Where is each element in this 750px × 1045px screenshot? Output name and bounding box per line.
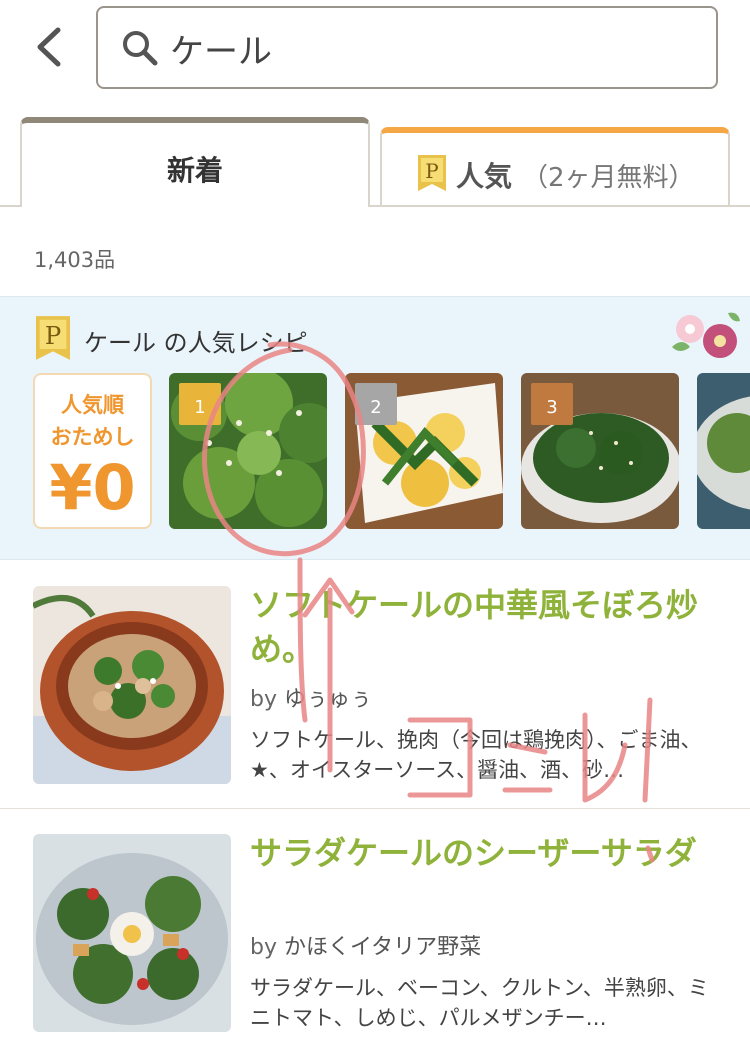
result-count: 1,403品 bbox=[34, 248, 116, 272]
premium-p-icon: P bbox=[418, 155, 446, 191]
trial-price: ¥0 bbox=[49, 451, 136, 524]
recipe-ingredients: サラダケール、ベーコン、クルトン、半熟卵、ミニトマト、しめじ、パルメザンチー… bbox=[250, 976, 709, 1030]
premium-p-icon: P bbox=[36, 316, 70, 360]
recipe-photo[interactable] bbox=[33, 834, 231, 1032]
recipe-ingredients: ソフトケール、挽肉（今回は鶏挽肉）、ごま油、★、オイスターソース、醤油、酒、砂… bbox=[250, 728, 702, 782]
popular-recipes-section: P ケール の人気レシピ 人気順 おためし ¥0 1 2 3 bbox=[0, 296, 750, 560]
recipe-photo[interactable] bbox=[33, 586, 231, 784]
rank-number: 1 bbox=[194, 397, 206, 418]
rank-number: 2 bbox=[370, 397, 382, 418]
svg-text:P: P bbox=[45, 321, 61, 350]
recipe-author[interactable]: by かほくイタリア野菜 bbox=[250, 929, 481, 961]
tab-popular[interactable]: P 人気 （2ヶ月無料） bbox=[380, 127, 730, 205]
flower-decoration-icon bbox=[672, 312, 740, 358]
tab-popular-label: 人気 bbox=[456, 160, 513, 193]
recipe-card[interactable]: ソフトケールの中華風そぼろ炒め。 by ゆぅゅぅ ソフトケール、挽肉（今回は鶏挽… bbox=[0, 561, 750, 809]
author-by: by bbox=[250, 935, 277, 960]
tab-new-label: 新着 bbox=[166, 154, 223, 187]
popular-recipe-thumb-3[interactable]: 3 bbox=[521, 373, 679, 529]
search-query: ケール bbox=[170, 32, 272, 72]
popular-section-title: ケール の人気レシピ bbox=[84, 329, 308, 357]
header: ケール bbox=[0, 0, 750, 100]
kale-soboro-photo bbox=[33, 586, 231, 784]
recipe-title[interactable]: サラダケールのシーザーサラダ bbox=[250, 831, 720, 875]
recipe-title[interactable]: ソフトケールの中華風そぼろ炒め。 bbox=[250, 583, 720, 671]
search-input[interactable]: ケール bbox=[96, 6, 718, 89]
kale-dish-photo bbox=[697, 373, 750, 529]
author-by: by bbox=[250, 687, 277, 712]
popular-recipe-thumb-4[interactable] bbox=[697, 373, 750, 529]
author-name: かほくイタリア野菜 bbox=[283, 935, 482, 960]
kale-caesar-salad-photo bbox=[33, 834, 231, 1032]
popular-recipe-thumb-1[interactable]: 1 bbox=[169, 373, 327, 529]
recipe-author[interactable]: by ゆぅゅぅ bbox=[250, 681, 372, 713]
recipe-card[interactable]: サラダケールのシーザーサラダ by かほくイタリア野菜 サラダケール、ベーコン、… bbox=[0, 809, 750, 1045]
tab-popular-sub: （2ヶ月無料） bbox=[522, 163, 695, 193]
trial-line1: 人気順 bbox=[61, 393, 124, 417]
popular-recipe-thumb-2[interactable]: 2 bbox=[345, 373, 503, 529]
tab-new[interactable]: 新着 bbox=[20, 117, 370, 207]
rank-number: 3 bbox=[546, 397, 558, 418]
rank-badge-2: 2 bbox=[355, 383, 397, 425]
svg-text:P: P bbox=[425, 159, 438, 183]
search-icon bbox=[123, 31, 158, 66]
rank-badge-3: 3 bbox=[531, 383, 573, 425]
tab-bar: 新着 P 人気 （2ヶ月無料） bbox=[0, 100, 750, 207]
back-arrow-icon[interactable] bbox=[30, 24, 70, 70]
premium-trial-banner[interactable]: 人気順 おためし ¥0 bbox=[33, 373, 152, 529]
rank-badge-1: 1 bbox=[179, 383, 221, 425]
author-name: ゆぅゅぅ bbox=[283, 687, 372, 712]
trial-line2: おためし bbox=[50, 425, 135, 449]
